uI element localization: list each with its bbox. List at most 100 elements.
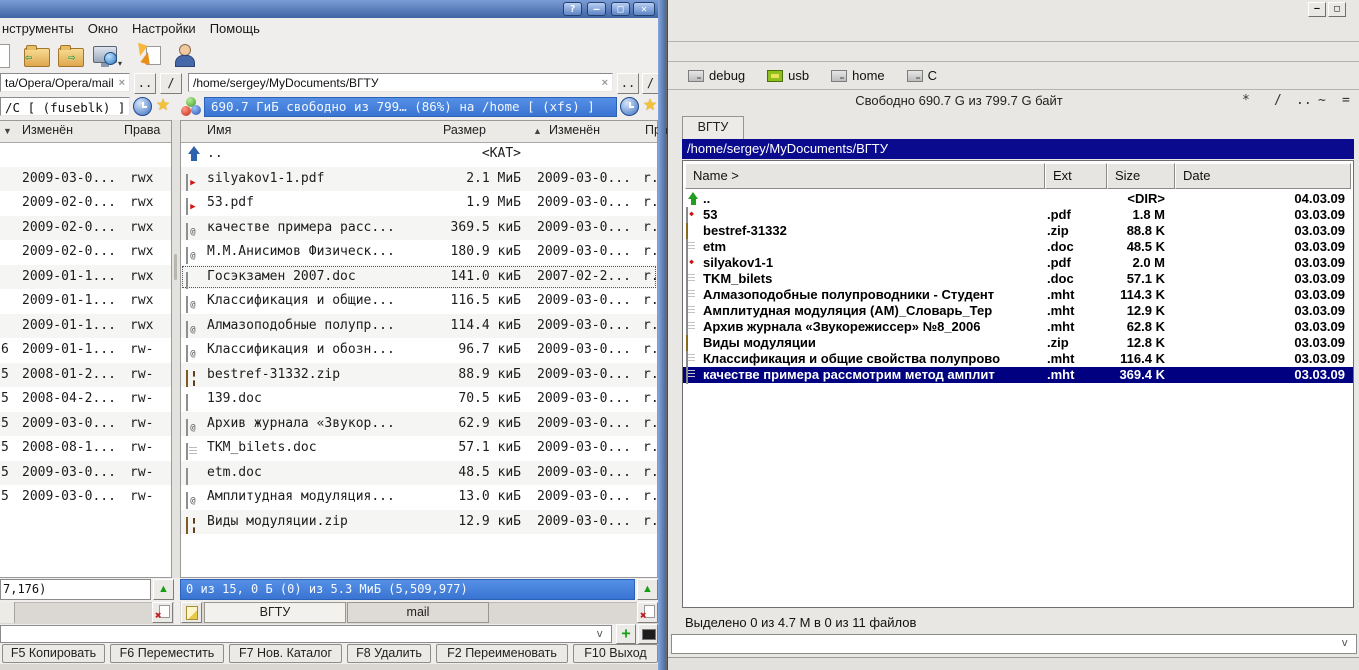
file-row[interactable]: Виды модуляции.zip12.8 K03.03.09: [683, 335, 1353, 351]
disk-usage-balls-icon[interactable]: [180, 97, 202, 117]
menu-item-4[interactable]: Помощь: [203, 21, 267, 36]
left-panel-up-button[interactable]: ▲: [153, 579, 174, 600]
network-drive-icon[interactable]: ▾: [92, 42, 118, 68]
left-list-header[interactable]: ▼ Изменён Права: [0, 121, 171, 143]
command-line-input[interactable]: v: [671, 634, 1357, 654]
table-row[interactable]: 2009-01-1...rwx: [0, 314, 171, 339]
fkey-button-3[interactable]: F7 Нов. Каталог: [229, 644, 342, 663]
right-list-header[interactable]: Имя Размер ▲ Изменён Пра: [181, 121, 657, 143]
file-row[interactable]: @Классификация и обозн...96.7 киБ2009-03…: [181, 338, 657, 363]
file-row[interactable]: bestref-31332.zip88.9 киБ2009-03-0...r.: [181, 363, 657, 388]
minimize-button[interactable]: –: [1308, 2, 1326, 17]
column-name[interactable]: Имя: [207, 123, 231, 137]
file-row[interactable]: Алмазоподобные полупроводники - Студент.…: [683, 287, 1353, 303]
column-ext[interactable]: Ext: [1045, 163, 1107, 189]
new-tab-button[interactable]: [181, 602, 202, 623]
file-row[interactable]: ◆53.pdf1.8 M03.03.09: [683, 207, 1353, 223]
left-file-list[interactable]: ▼ Изменён Права 2009-03-0...rwx2009-02-0…: [0, 120, 172, 578]
menu-item-1[interactable]: нструменты: [0, 21, 81, 36]
left-media-button[interactable]: [133, 97, 152, 116]
document-icon[interactable]: [0, 42, 26, 68]
table-row[interactable]: 52009-03-0...rw-: [0, 485, 171, 510]
fkey-button-4[interactable]: F8 Удалить: [347, 644, 431, 663]
file-row[interactable]: etm.doc48.5 K03.03.09: [683, 239, 1353, 255]
table-row[interactable]: 52009-03-0...rw-: [0, 461, 171, 486]
file-row[interactable]: ..<КАТ>: [181, 142, 657, 167]
file-row[interactable]: bestref-31332.zip88.8 K03.03.09: [683, 223, 1353, 239]
add-button[interactable]: +: [616, 624, 636, 644]
path-bar[interactable]: /home/sergey/MyDocuments/ВГТУ: [682, 139, 1354, 159]
file-row[interactable]: ..<DIR>04.03.09: [683, 191, 1353, 207]
maximize-button[interactable]: □: [1328, 2, 1346, 17]
column-date[interactable]: Date: [1175, 163, 1351, 189]
fkey-button-2[interactable]: F6 Переместить: [110, 644, 224, 663]
file-row[interactable]: ▶53.pdf1.9 МиБ2009-03-0...r.: [181, 191, 657, 216]
clear-icon[interactable]: ×: [602, 74, 608, 92]
clear-icon[interactable]: ×: [119, 74, 125, 92]
right-close-tab-button[interactable]: ✖: [637, 602, 658, 623]
column-name[interactable]: Name >: [685, 163, 1045, 189]
file-row[interactable]: etm.doc48.5 киБ2009-03-0...r.: [181, 461, 657, 486]
column-perm[interactable]: Права: [124, 123, 160, 137]
left-media-bar[interactable]: /C [ (fuseblk) ]: [0, 97, 130, 116]
up-path-button[interactable]: ..: [1296, 93, 1312, 109]
left-close-tab-button[interactable]: ✖: [152, 602, 173, 623]
table-row[interactable]: 52008-04-2...rw-: [0, 387, 171, 412]
table-row[interactable]: 2009-02-0...rwx: [0, 191, 171, 216]
file-row[interactable]: TKM_bilets.doc57.1 K03.03.09: [683, 271, 1353, 287]
fkey-button-5[interactable]: F2 Переименовать: [436, 644, 568, 663]
right-media-button[interactable]: [620, 97, 639, 116]
file-row[interactable]: ▶silyakov1-1.pdf2.1 МиБ2009-03-0...r.: [181, 167, 657, 192]
drive-button-C[interactable]: C: [907, 68, 937, 83]
minimize-button[interactable]: –: [587, 2, 606, 16]
column-size[interactable]: Размер: [443, 123, 486, 137]
fkey-button-6[interactable]: F10 Выход: [573, 644, 658, 663]
file-row[interactable]: Архив журнала «Звукорежиссер» №8_2006.mh…: [683, 319, 1353, 335]
pane-splitter[interactable]: [172, 120, 180, 578]
right-up-dir-button[interactable]: ..: [617, 73, 639, 94]
drive-button-debug[interactable]: debug: [688, 68, 745, 83]
folder-export-icon[interactable]: ⇨: [58, 42, 84, 68]
table-row[interactable]: 2009-02-0...rwx: [0, 216, 171, 241]
file-list[interactable]: Name > Ext Size Date ..<DIR>04.03.09◆53.…: [682, 160, 1354, 608]
file-row[interactable]: @качестве примера расс...369.5 киБ2009-0…: [181, 216, 657, 241]
file-row[interactable]: 139.doc70.5 киБ2009-03-0...r.: [181, 387, 657, 412]
right-titlebar[interactable]: – □: [668, 0, 1359, 16]
help-button[interactable]: ?: [563, 2, 582, 16]
drive-button-usb[interactable]: usb: [767, 68, 809, 83]
right-root-dir-button[interactable]: /: [642, 73, 659, 94]
file-row[interactable]: качестве примера рассмотрим метод амплит…: [683, 367, 1353, 383]
equal-path-button[interactable]: =: [1342, 93, 1350, 109]
home-path-button[interactable]: ~: [1318, 93, 1326, 109]
fkey-button-1[interactable]: F5 Копировать: [2, 644, 105, 663]
file-row[interactable]: @Амплитудная модуляция...13.0 киБ2009-03…: [181, 485, 657, 510]
menu-item-2[interactable]: Окно: [81, 21, 125, 36]
dropdown-arrow-icon[interactable]: v: [1341, 635, 1348, 651]
close-button[interactable]: ✕: [633, 2, 655, 16]
left-up-dir-button[interactable]: ..: [134, 73, 156, 94]
right-file-list[interactable]: Имя Размер ▲ Изменён Пра ..<КАТ>▶silyako…: [180, 120, 658, 578]
column-size[interactable]: Size: [1107, 163, 1175, 189]
folder-import-icon[interactable]: ⇦: [24, 42, 50, 68]
root-path-button[interactable]: /: [1274, 93, 1282, 109]
file-row[interactable]: @Архив журнала «Звукор...62.9 киБ2009-03…: [181, 412, 657, 437]
file-row[interactable]: TKM_bilets.doc57.1 киБ2009-03-0...r.: [181, 436, 657, 461]
table-row[interactable]: 2009-02-0...rwx: [0, 240, 171, 265]
right-panel-up-button[interactable]: ▲: [637, 579, 658, 600]
table-row[interactable]: 52008-08-1...rw-: [0, 436, 171, 461]
terminal-button[interactable]: [638, 624, 658, 644]
file-row[interactable]: @Алмазоподобные полупр...114.4 киБ2009-0…: [181, 314, 657, 339]
left-bookmark-star-icon[interactable]: ★: [153, 96, 173, 116]
menu-item-3[interactable]: Настройки: [125, 21, 203, 36]
tab-vgtu[interactable]: ВГТУ: [204, 602, 346, 623]
drive-button-home[interactable]: home: [831, 68, 885, 83]
right-free-space-bar[interactable]: 690.7 ГиБ свободно из 799… (86%) на /hom…: [204, 97, 617, 117]
dropdown-arrow-icon[interactable]: v: [596, 626, 603, 642]
file-row[interactable]: @М.М.Анисимов Физическ...180.9 киБ2009-0…: [181, 240, 657, 265]
tab-mail[interactable]: mail: [347, 602, 489, 623]
table-row[interactable]: 52008-01-2...rw-: [0, 363, 171, 388]
table-row[interactable]: 2009-03-0...rwx: [0, 167, 171, 192]
file-row[interactable]: Амплитудная модуляция (АМ)_Словарь_Тер.m…: [683, 303, 1353, 319]
column-date[interactable]: Изменён: [22, 123, 73, 137]
table-row[interactable]: 2009-01-1...rwx: [0, 289, 171, 314]
